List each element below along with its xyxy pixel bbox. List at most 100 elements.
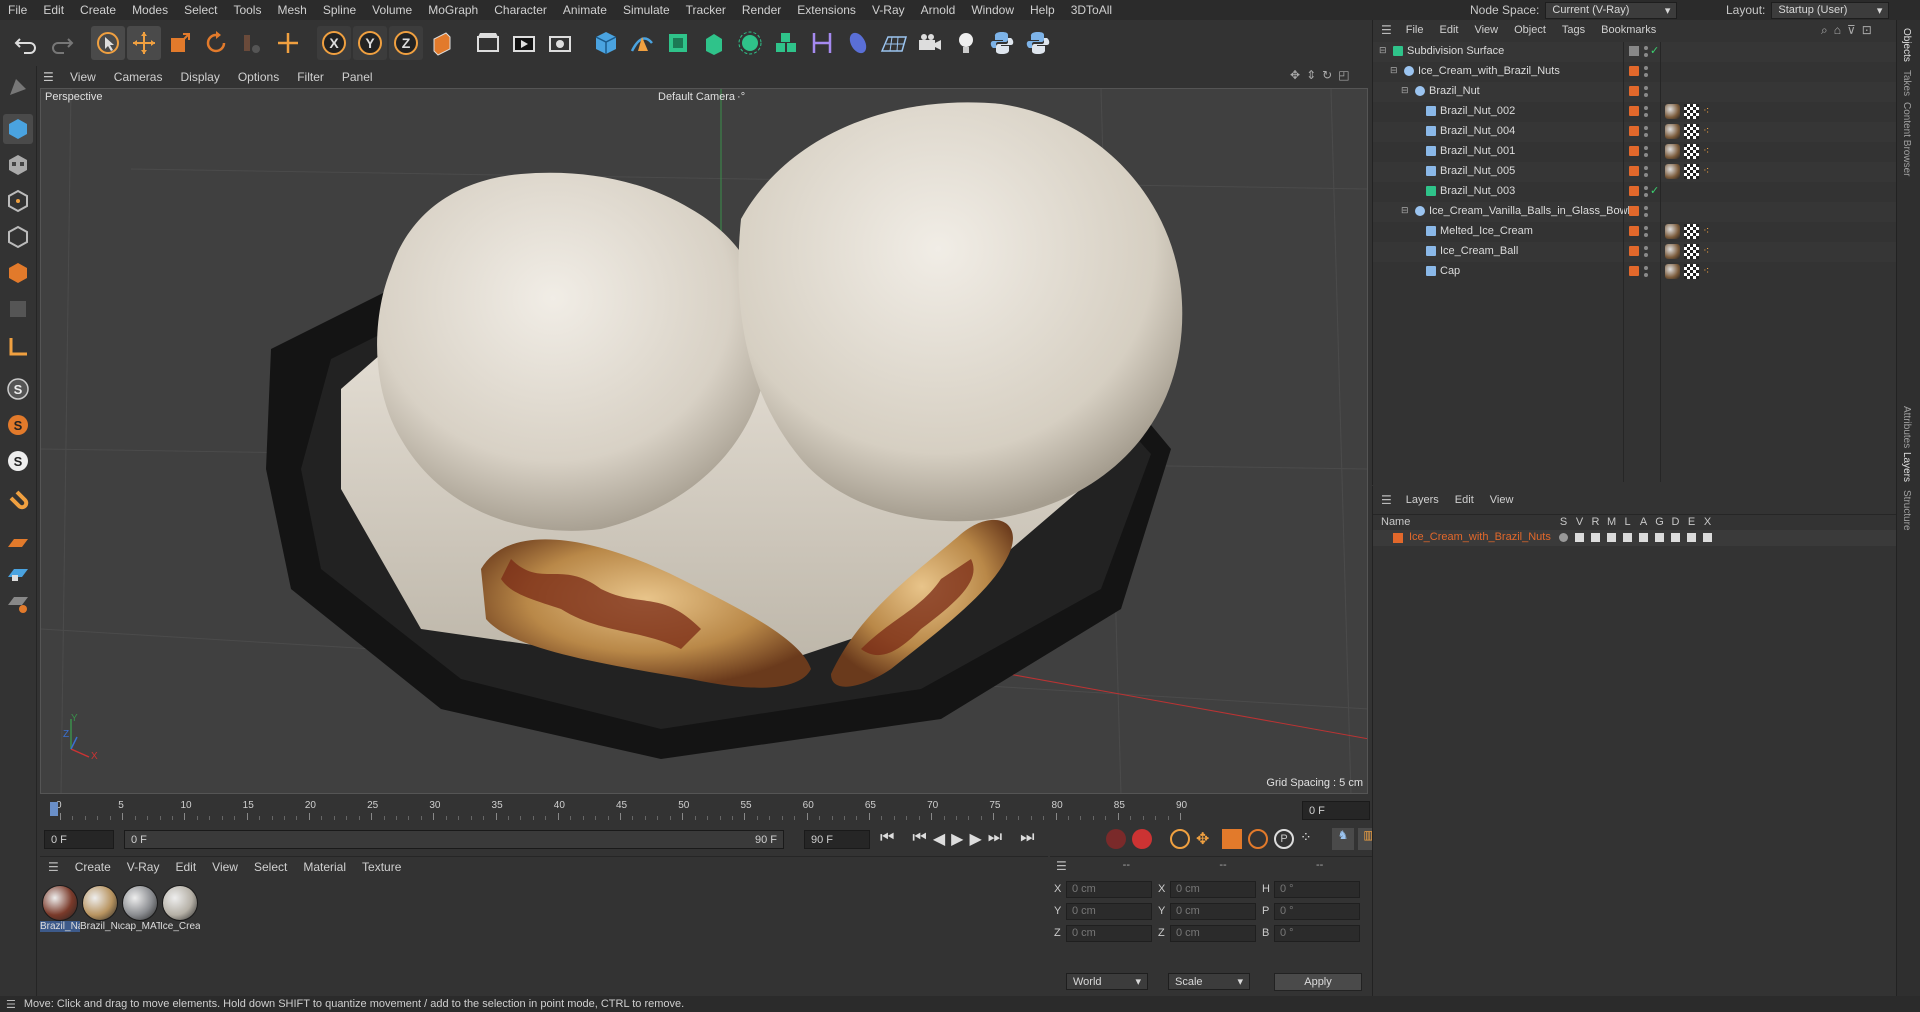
coord-value-field[interactable]: 0 cm: [1066, 881, 1152, 898]
object-row[interactable]: Brazil_Nut_004 ⁖: [1373, 122, 1897, 142]
menu-character[interactable]: Character: [486, 3, 555, 17]
object-row[interactable]: Cap ⁖: [1373, 262, 1897, 282]
layer-color-swatch[interactable]: [1629, 266, 1639, 276]
object-row[interactable]: Brazil_Nut_002 ⁖: [1373, 102, 1897, 122]
menu-window[interactable]: Window: [963, 3, 1022, 17]
layer-color-swatch[interactable]: [1629, 226, 1639, 236]
visibility-dot[interactable]: [1644, 86, 1648, 90]
expression-icon[interactable]: [1687, 533, 1696, 542]
point-level-animation-icon[interactable]: ⁘: [1300, 829, 1320, 849]
next-key-icon[interactable]: ⏭: [988, 829, 1002, 849]
render-picture-viewer-button[interactable]: [507, 26, 541, 60]
go-to-end-icon[interactable]: ⏭: [1020, 829, 1034, 849]
expand-toggle-icon[interactable]: ⊟: [1401, 85, 1409, 96]
rotation-key-icon[interactable]: [1248, 829, 1268, 849]
coord-value-field[interactable]: 0 cm: [1170, 903, 1256, 920]
motion-system-icon[interactable]: ♞: [1332, 828, 1354, 850]
check-icon[interactable]: ✓: [1650, 44, 1659, 57]
expand-toggle-icon[interactable]: ⊟: [1401, 205, 1409, 216]
material-menu-v-ray[interactable]: V-Ray: [119, 860, 168, 874]
cube-button[interactable]: [589, 26, 623, 60]
python-button-2[interactable]: [1021, 26, 1055, 60]
layer-menu-view[interactable]: View: [1482, 494, 1522, 506]
node-space-dropdown[interactable]: Current (V-Ray) ▾: [1545, 1, 1678, 19]
menu-edit[interactable]: Edit: [35, 3, 72, 17]
recent-tool-button[interactable]: [235, 26, 269, 60]
menu-spline[interactable]: Spline: [315, 3, 364, 17]
object-menu-file[interactable]: File: [1398, 24, 1432, 36]
apply-button[interactable]: Apply: [1274, 973, 1362, 991]
keyframe-selection-icon[interactable]: [1170, 829, 1190, 849]
menu-create[interactable]: Create: [72, 3, 124, 17]
layer-column-r[interactable]: R: [1591, 516, 1600, 528]
snap-settings-button[interactable]: S: [3, 410, 33, 440]
model-mode-button[interactable]: [3, 114, 33, 144]
range-slider[interactable]: 0 F 90 F: [124, 830, 784, 849]
magnet-button[interactable]: [3, 486, 33, 516]
dolly-icon[interactable]: ⇕: [1306, 68, 1316, 86]
rotate-button[interactable]: [199, 26, 233, 60]
menu-select[interactable]: Select: [176, 3, 225, 17]
uv-tag-icon[interactable]: [1684, 124, 1699, 139]
start-frame-field[interactable]: 0 F: [44, 830, 114, 849]
viewport-menu-display[interactable]: Display: [171, 70, 228, 84]
layer-color-swatch[interactable]: [1629, 66, 1639, 76]
selection-tag-icon[interactable]: ⁖: [1703, 124, 1709, 137]
menu-v-ray[interactable]: V-Ray: [864, 3, 913, 17]
material-menu-material[interactable]: Material: [295, 860, 354, 874]
object-row[interactable]: ⊟ Ice_Cream_Vanilla_Balls_in_Glass_Bowl: [1373, 202, 1897, 222]
expand-toggle-icon[interactable]: ⊟: [1390, 65, 1398, 76]
object-menu-bookmarks[interactable]: Bookmarks: [1593, 24, 1664, 36]
maximize-view-icon[interactable]: ◰: [1338, 68, 1349, 86]
layer-color-swatch[interactable]: [1629, 206, 1639, 216]
render-view-button[interactable]: [471, 26, 505, 60]
axis-mode-button[interactable]: [3, 332, 33, 362]
extrude-button[interactable]: [697, 26, 731, 60]
parameter-key-icon[interactable]: P: [1274, 829, 1294, 849]
render-dot[interactable]: [1644, 213, 1648, 217]
eye-icon[interactable]: [1575, 533, 1584, 542]
expand-toggle-icon[interactable]: ⊟: [1379, 45, 1387, 56]
menu-volume[interactable]: Volume: [364, 3, 420, 17]
material-menu-create[interactable]: Create: [67, 860, 119, 874]
render-dot[interactable]: [1644, 113, 1648, 117]
material-item[interactable]: Brazil_Nu: [80, 885, 120, 932]
object-menu-object[interactable]: Object: [1506, 24, 1554, 36]
material-tag-icon[interactable]: [1665, 164, 1680, 179]
point-mode-button[interactable]: [3, 186, 33, 216]
side-tab-attributes[interactable]: Attributes: [1901, 406, 1912, 448]
object-row[interactable]: Melted_Ice_Cream ⁖: [1373, 222, 1897, 242]
hamburger-icon[interactable]: ☰: [6, 998, 16, 1011]
floor-button[interactable]: [877, 26, 911, 60]
pan-icon[interactable]: ✥: [1290, 68, 1300, 86]
selection-tag-icon[interactable]: ⁖: [1703, 264, 1709, 277]
material-tag-icon[interactable]: [1665, 144, 1680, 159]
check-icon[interactable]: ✓: [1650, 184, 1659, 197]
field-button[interactable]: [841, 26, 875, 60]
material-item[interactable]: Ice_Crea: [160, 885, 200, 932]
coord-value-field[interactable]: 0 cm: [1170, 881, 1256, 898]
layer-menu-edit[interactable]: Edit: [1447, 494, 1482, 506]
playhead[interactable]: [50, 802, 58, 816]
home-icon[interactable]: ⌂: [1834, 23, 1841, 38]
search-icon[interactable]: ⌕: [1821, 23, 1828, 38]
python-button-1[interactable]: [985, 26, 1019, 60]
coord-system-dropdown[interactable]: World ▾: [1066, 973, 1148, 990]
layer-column-x[interactable]: X: [1703, 516, 1712, 528]
hamburger-icon[interactable]: ☰: [43, 70, 61, 84]
layer-column-l[interactable]: L: [1623, 516, 1632, 528]
layer-column-a[interactable]: A: [1639, 516, 1648, 528]
object-menu-tags[interactable]: Tags: [1554, 24, 1593, 36]
material-tag-icon[interactable]: [1665, 224, 1680, 239]
object-row[interactable]: Brazil_Nut_003 ✓: [1373, 182, 1897, 202]
move-button[interactable]: [127, 26, 161, 60]
uv-tag-icon[interactable]: [1684, 144, 1699, 159]
side-tab-content-browser[interactable]: Content Browser: [1901, 102, 1912, 176]
visibility-dot[interactable]: [1644, 166, 1648, 170]
layer-column-m[interactable]: M: [1607, 516, 1616, 528]
layer-column-e[interactable]: E: [1687, 516, 1696, 528]
go-to-start-icon[interactable]: ⏮: [880, 829, 894, 849]
visibility-dot[interactable]: [1644, 146, 1648, 150]
coord-value-field[interactable]: 0 °: [1274, 903, 1360, 920]
layer-color-swatch[interactable]: [1629, 106, 1639, 116]
